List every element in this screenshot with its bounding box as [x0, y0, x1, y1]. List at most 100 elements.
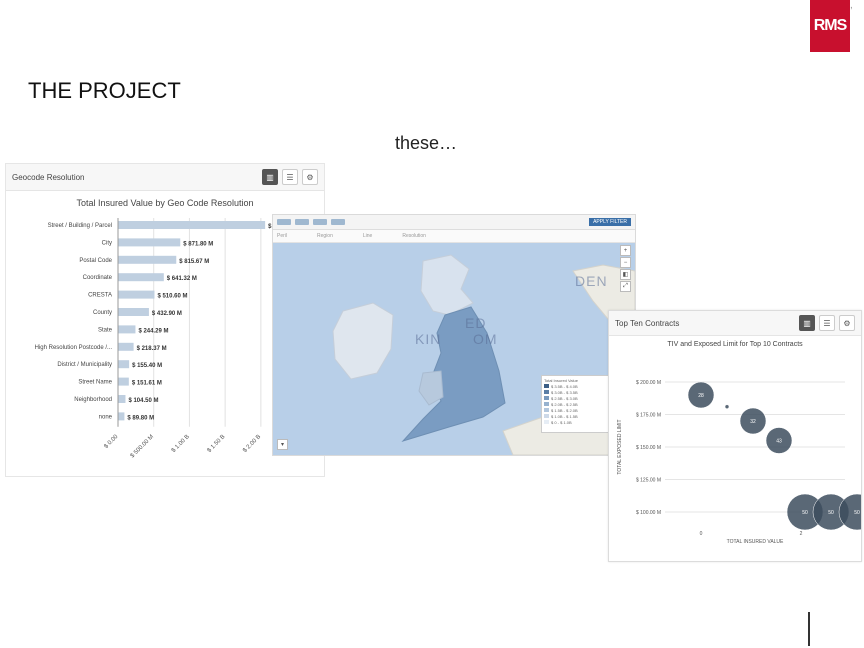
table-icon[interactable]: ☰	[282, 169, 298, 185]
category-label: Street Name	[78, 380, 112, 386]
filter-pill[interactable]	[331, 219, 345, 225]
chart-title: TIV and Exposed Limit for Top 10 Contrac…	[667, 341, 803, 348]
legend-item: $ 0 - $ 1.0B	[544, 419, 608, 425]
category-label: Coordinate	[83, 275, 113, 281]
legend-label: $ 2.5B - $ 3.0B	[551, 395, 578, 401]
legend-label: $ 0 - $ 1.0B	[551, 419, 572, 425]
legend-swatch	[544, 408, 549, 412]
y-axis-label: TOTAL EXPOSED LIMIT	[617, 419, 623, 474]
x-tick-label: $ 0.00	[103, 434, 120, 451]
filter-pill[interactable]	[295, 219, 309, 225]
bubble-label: 28	[698, 393, 704, 399]
bubble-label: 50	[828, 510, 834, 516]
table-icon[interactable]: ☰	[819, 315, 835, 331]
legend-label: $ 1.5B - $ 2.0B	[551, 407, 578, 413]
category-label: Street / Building / Parcel	[48, 223, 112, 229]
bar	[118, 325, 136, 334]
value-label: $ 815.67 M	[179, 259, 209, 265]
legend-label: $ 1.0B - $ 1.5B	[551, 413, 578, 419]
map-filter-bar: APPLY FILTER	[273, 215, 635, 230]
bar	[118, 221, 266, 229]
value-label: $ 244.29 M	[138, 328, 168, 334]
category-label: City	[102, 240, 112, 246]
fullscreen-icon[interactable]: ⤢	[620, 281, 631, 292]
y-tick-label: $ 100.00 M	[636, 510, 661, 516]
x-tick-label: 0	[700, 531, 703, 537]
gear-icon[interactable]: ⚙	[302, 169, 318, 185]
x-tick-label: $ 1.50 B	[207, 434, 227, 454]
y-tick-label: $ 125.00 M	[636, 478, 661, 484]
category-label: District / Municipality	[57, 362, 112, 368]
bar-chart-icon[interactable]: ▥	[799, 315, 815, 331]
top-contracts-panel: Top Ten Contracts ▥ ☰ ⚙ TIV and Exposed …	[608, 310, 862, 562]
field-peril[interactable]: Peril	[277, 233, 287, 239]
bar	[118, 377, 129, 386]
chart-title: Total Insured Value by Geo Code Resoluti…	[76, 198, 254, 208]
category-label: High Resolution Postcode /...	[35, 345, 113, 351]
x-tick-label: $ 500.00 M	[130, 434, 155, 459]
category-label: State	[98, 327, 113, 333]
legend-swatch	[544, 396, 549, 400]
legend-label: $ 3.5B - $ 4.0B	[551, 383, 578, 389]
bubble-label: 32	[750, 419, 756, 425]
bubble-label: 43	[776, 439, 782, 445]
bubble-chart: $ 200.00 M $ 175.00 M $ 150.00 M $ 125.00 M…	[617, 380, 861, 545]
value-label: $ 432.90 M	[152, 311, 182, 317]
legend-swatch	[544, 402, 549, 406]
zoom-out-icon[interactable]: −	[620, 257, 631, 268]
map-legend: Total Insured Value $ 3.5B - $ 4.0B $ 3.0…	[541, 375, 611, 433]
x-axis-label: TOTAL INSURED VALUE	[727, 539, 784, 545]
collapse-icon[interactable]: ▾	[277, 439, 288, 450]
value-label: $ 104.50 M	[128, 398, 158, 404]
legend-swatch	[544, 384, 549, 388]
map-label-den: DEN	[575, 273, 608, 289]
layers-icon[interactable]: ◧	[620, 269, 631, 280]
legend-swatch	[544, 414, 549, 418]
bar	[118, 342, 134, 351]
bar-chart-icon[interactable]: ▥	[262, 169, 278, 185]
map-label-om: OM	[473, 331, 498, 347]
value-label: $ 641.32 M	[167, 276, 197, 282]
category-label: Postal Code	[79, 258, 112, 264]
x-tick-label: $ 1.00 B	[171, 434, 191, 454]
bar	[118, 412, 125, 421]
x-tick-label: 2	[800, 531, 803, 537]
x-tick-label: $ 2.00 B	[242, 434, 262, 454]
category-label: CRESTA	[88, 293, 112, 299]
panel-header: Top Ten Contracts ▥ ☰ ⚙	[609, 311, 861, 336]
bar	[118, 290, 155, 299]
zoom-in-icon[interactable]: +	[620, 245, 631, 256]
value-label: $ 218.37 M	[137, 346, 167, 352]
slide-subtitle: these…	[395, 133, 458, 153]
panel-header: Geocode Resolution ▥ ☰ ⚙	[6, 164, 324, 191]
y-tick-label: $ 150.00 M	[636, 445, 661, 451]
apply-filter-button[interactable]: APPLY FILTER	[589, 218, 631, 226]
gear-icon[interactable]: ⚙	[839, 315, 855, 331]
field-line[interactable]: Line	[363, 233, 372, 239]
bubble-label: 50	[854, 510, 860, 516]
filter-pill[interactable]	[313, 219, 327, 225]
bubble-label: 50	[802, 510, 808, 516]
legend-label: $ 3.0B - $ 3.5B	[551, 389, 578, 395]
bar	[118, 395, 126, 403]
filter-pill[interactable]	[277, 219, 291, 225]
category-label: County	[93, 310, 112, 316]
y-tick-label: $ 175.00 M	[636, 413, 661, 419]
slide-title: THE PROJECT	[28, 78, 181, 103]
map-panel: APPLY FILTER Peril Region Line Resolutio…	[272, 214, 636, 456]
rms-logo: RMS	[810, 0, 850, 52]
bar	[118, 360, 130, 369]
bar	[118, 273, 164, 282]
divider-line	[808, 612, 810, 646]
value-label: $ 89.80 M	[127, 415, 154, 421]
bar	[118, 238, 181, 247]
bar	[118, 308, 149, 316]
value-label: $ 871.80 M	[183, 241, 213, 247]
map-label-kin: KIN	[415, 331, 442, 347]
field-region[interactable]: Region	[317, 233, 333, 239]
field-resolution[interactable]: Resolution	[402, 233, 426, 239]
legend-swatch	[544, 390, 549, 394]
value-label: $ 155.40 M	[132, 363, 162, 369]
value-label: $ 510.60 M	[157, 294, 187, 300]
category-label: none	[99, 414, 113, 420]
